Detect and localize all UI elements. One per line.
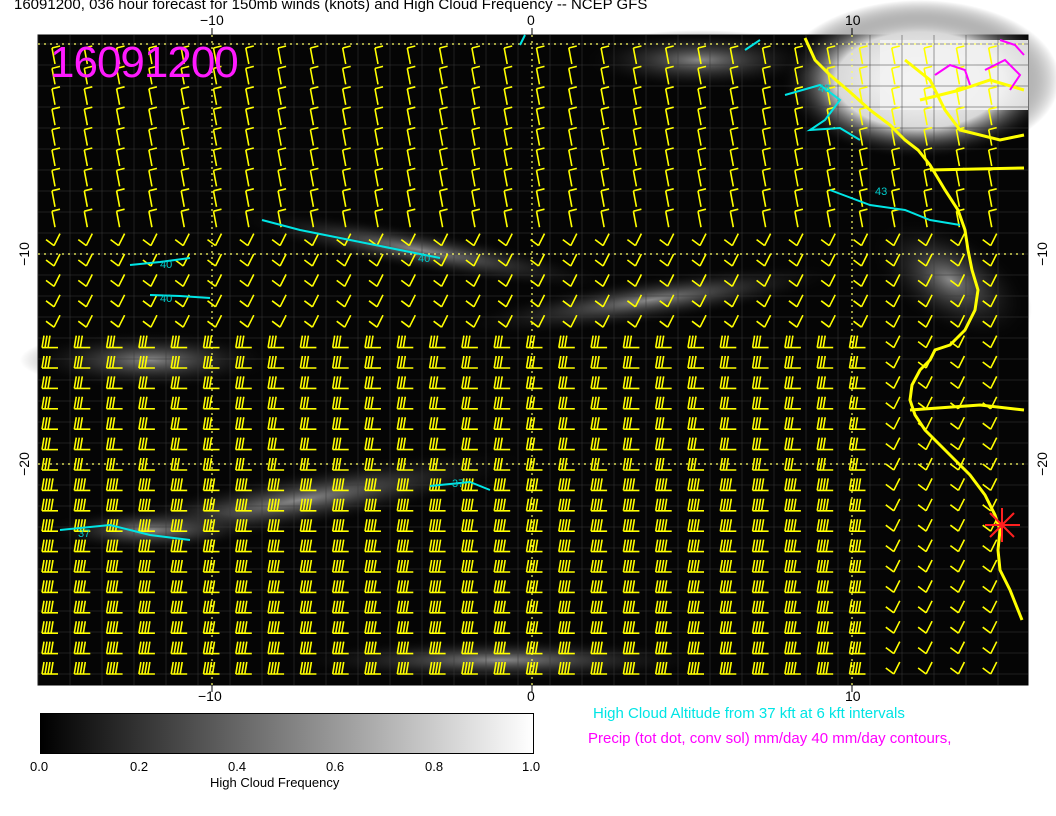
date-stamp: 16091200 (50, 38, 239, 87)
cloud-altitude-note: High Cloud Altitude from 37 kft at 6 kft… (593, 705, 905, 722)
colorbar-tick: 0.8 (425, 759, 444, 774)
y-tick-right: −20 (1033, 452, 1050, 476)
x-tick-top: 10 (845, 12, 861, 28)
x-tick-bottom: 0 (527, 688, 535, 704)
contour-label: 37 (78, 528, 90, 540)
contour-label: 43 (818, 83, 830, 95)
contour-label: 40 (160, 293, 172, 305)
x-tick-top: −10 (200, 12, 224, 28)
y-tick-left: −20 (15, 452, 32, 476)
contour-label: 40 (418, 253, 430, 265)
colorbar-tick: 1.0 (522, 759, 541, 774)
colorbar-tick: 0.4 (228, 759, 247, 774)
precip-note: Precip (tot dot, conv sol) mm/day 40 mm/… (588, 730, 952, 747)
colorbar (40, 713, 534, 754)
colorbar-tick: 0.6 (326, 759, 345, 774)
x-tick-bottom: 10 (845, 688, 861, 704)
x-tick-bottom: −10 (198, 688, 222, 704)
y-tick-right: −10 (1033, 242, 1050, 266)
contour-label: 37 (452, 478, 464, 490)
colorbar-title: High Cloud Frequency (210, 775, 340, 790)
y-tick-left: −10 (15, 242, 32, 266)
contour-label: 43 (875, 186, 887, 198)
colorbar-tick: 0.2 (130, 759, 149, 774)
colorbar-tick: 0.0 (30, 759, 49, 774)
contour-label: 40 (160, 259, 172, 271)
x-tick-top: 0 (527, 12, 535, 28)
